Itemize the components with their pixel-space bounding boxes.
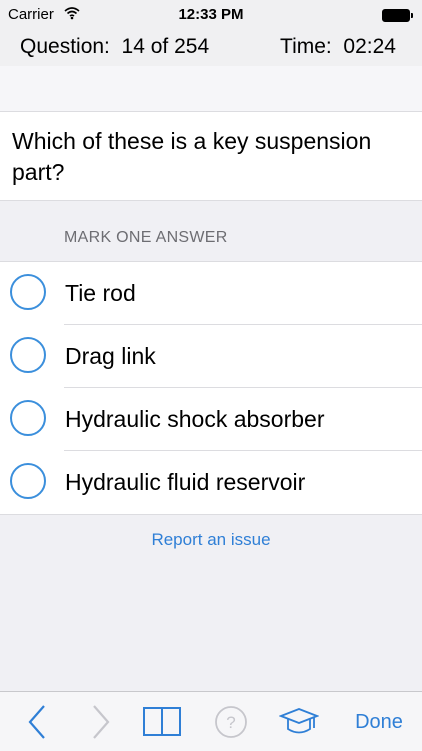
radio-button[interactable] — [10, 400, 46, 436]
question-text: Which of these is a key suspension part? — [12, 128, 372, 185]
forward-arrow-icon[interactable] — [84, 702, 118, 742]
answer-option-4[interactable]: Hydraulic fluid reservoir — [0, 451, 422, 514]
answer-option-3[interactable]: Hydraulic shock absorber — [0, 388, 422, 451]
answer-label: Hydraulic shock absorber — [65, 406, 325, 432]
quiz-header: Question: 14 of 254 Time: 02:24 — [0, 30, 422, 66]
bottom-toolbar: ? Done — [0, 691, 422, 751]
answer-label: Hydraulic fluid reservoir — [65, 469, 306, 495]
battery-icon — [382, 9, 413, 22]
svg-text:?: ? — [226, 713, 235, 732]
answers-section-header: MARK ONE ANSWER — [64, 229, 228, 246]
question-counter: Question: 14 of 254 — [20, 35, 210, 58]
book-icon[interactable] — [140, 702, 184, 742]
answer-label: Drag link — [65, 343, 156, 369]
back-arrow-icon[interactable] — [20, 702, 54, 742]
status-bar: Carrier 12:33 PM — [0, 0, 422, 30]
graduation-cap-icon[interactable] — [278, 702, 320, 742]
report-issue-link[interactable]: Report an issue — [0, 530, 422, 550]
radio-button[interactable] — [10, 337, 46, 373]
question-card: Which of these is a key suspension part? — [0, 111, 422, 201]
answer-option-1[interactable]: Tie rod — [0, 262, 422, 325]
timer-label: Time: 02:24 — [280, 35, 396, 58]
radio-button[interactable] — [10, 463, 46, 499]
answer-label: Tie rod — [65, 280, 136, 306]
radio-button[interactable] — [10, 274, 46, 310]
help-icon[interactable]: ? — [212, 702, 250, 742]
done-button[interactable]: Done — [342, 702, 416, 742]
answer-list: Tie rod Drag link Hydraulic shock absorb… — [0, 261, 422, 515]
status-time: 12:33 PM — [178, 6, 244, 23]
answer-option-2[interactable]: Drag link — [0, 325, 422, 388]
spacer — [0, 66, 422, 111]
